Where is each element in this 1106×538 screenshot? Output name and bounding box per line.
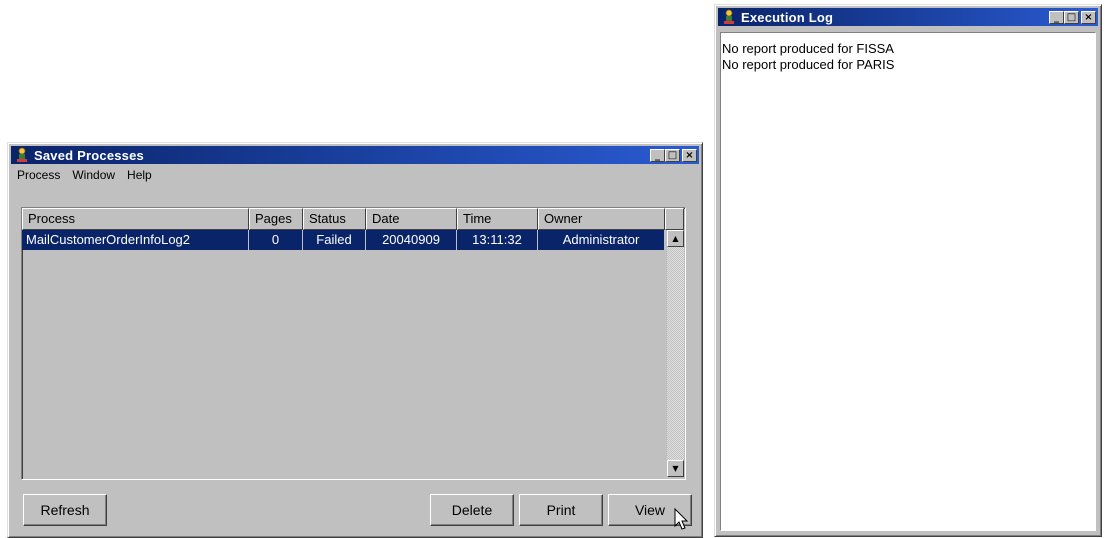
maximize-button[interactable]: □ [1064,10,1079,24]
vertical-scrollbar[interactable]: ▲ ▼ [667,230,684,477]
menu-bar: Process Window Help [11,165,699,185]
column-header-time[interactable]: Time [457,208,538,230]
column-header-process[interactable]: Process [22,208,249,230]
refresh-button[interactable]: Refresh [23,494,107,526]
menu-window[interactable]: Window [66,168,121,182]
minimize-button[interactable]: _ [1049,10,1064,24]
cell-date: 20040909 [366,230,457,250]
wizard-app-icon [721,9,737,25]
delete-button[interactable]: Delete [430,494,514,526]
menu-process[interactable]: Process [11,168,66,182]
cell-owner: Administrator [538,230,665,250]
title-bar[interactable]: Execution Log _ □ × [718,8,1098,26]
scroll-up-arrow-icon[interactable]: ▲ [667,230,684,247]
log-line: No report produced for FISSA [722,41,894,56]
saved-processes-window: Saved Processes _ □ × Process Window Hel… [7,142,703,538]
column-header-owner[interactable]: Owner [538,208,665,230]
close-button[interactable]: × [1081,10,1096,24]
window-title: Saved Processes [34,147,144,163]
column-header-pages[interactable]: Pages [249,208,303,230]
log-text-area[interactable]: No report produced for FISSA No report p… [720,32,1096,531]
table-row[interactable]: MailCustomerOrderInfoLog2 0 Failed 20040… [22,230,665,250]
print-button[interactable]: Print [519,494,603,526]
mouse-pointer-icon [674,508,689,530]
execution-log-window: Execution Log _ □ × No report produced f… [714,4,1102,537]
cell-process: MailCustomerOrderInfoLog2 [22,230,249,250]
menu-help[interactable]: Help [121,168,158,182]
log-line: No report produced for PARIS [722,57,895,72]
wizard-app-icon [14,147,30,163]
column-header-status[interactable]: Status [303,208,366,230]
cell-time: 13:11:32 [457,230,538,250]
column-header-date[interactable]: Date [366,208,457,230]
close-button[interactable]: × [682,148,697,162]
column-header-corner [665,208,684,230]
title-bar[interactable]: Saved Processes _ □ × [11,146,699,164]
cell-pages: 0 [249,230,303,250]
minimize-button[interactable]: _ [650,148,665,162]
process-table: Process Pages Status Date Time Owner Mai… [21,207,686,480]
cell-status: Failed [303,230,366,250]
scroll-down-arrow-icon[interactable]: ▼ [667,460,684,477]
maximize-button[interactable]: □ [665,148,680,162]
window-title: Execution Log [741,9,834,25]
